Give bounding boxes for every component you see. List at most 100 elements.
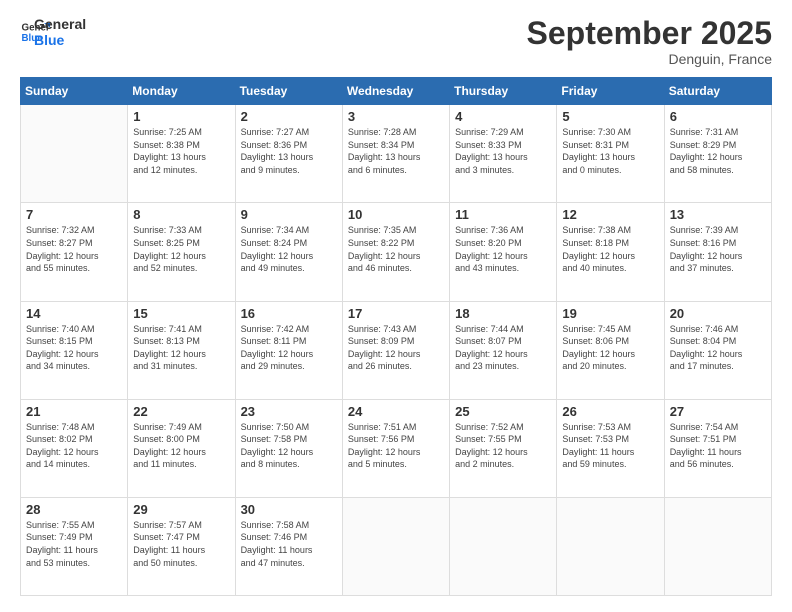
calendar-cell: 21 Sunrise: 7:48 AM Sunset: 8:02 PM Dayli… <box>21 399 128 497</box>
day-number: 18 <box>455 306 551 321</box>
day-info: Sunrise: 7:51 AM Sunset: 7:56 PM Dayligh… <box>348 421 444 471</box>
day-number: 11 <box>455 207 551 222</box>
day-number: 13 <box>670 207 766 222</box>
day-info: Sunrise: 7:35 AM Sunset: 8:22 PM Dayligh… <box>348 224 444 274</box>
day-header-sunday: Sunday <box>21 78 128 105</box>
day-number: 1 <box>133 109 229 124</box>
calendar-cell: 4 Sunrise: 7:29 AM Sunset: 8:33 PM Daylig… <box>450 105 557 203</box>
calendar-cell: 9 Sunrise: 7:34 AM Sunset: 8:24 PM Daylig… <box>235 203 342 301</box>
calendar-cell: 7 Sunrise: 7:32 AM Sunset: 8:27 PM Daylig… <box>21 203 128 301</box>
header: General Blue General Blue September 2025… <box>20 16 772 67</box>
calendar-table: SundayMondayTuesdayWednesdayThursdayFrid… <box>20 77 772 596</box>
day-info: Sunrise: 7:25 AM Sunset: 8:38 PM Dayligh… <box>133 126 229 176</box>
calendar-cell: 24 Sunrise: 7:51 AM Sunset: 7:56 PM Dayli… <box>342 399 449 497</box>
day-info: Sunrise: 7:44 AM Sunset: 8:07 PM Dayligh… <box>455 323 551 373</box>
calendar-cell: 29 Sunrise: 7:57 AM Sunset: 7:47 PM Dayli… <box>128 497 235 595</box>
calendar-cell: 26 Sunrise: 7:53 AM Sunset: 7:53 PM Dayli… <box>557 399 664 497</box>
day-number: 22 <box>133 404 229 419</box>
calendar-cell <box>450 497 557 595</box>
day-info: Sunrise: 7:28 AM Sunset: 8:34 PM Dayligh… <box>348 126 444 176</box>
day-number: 25 <box>455 404 551 419</box>
day-number: 26 <box>562 404 658 419</box>
calendar-cell: 11Sunrise: 7:36 AM Sunset: 8:20 PM Dayli… <box>450 203 557 301</box>
logo-line1: General <box>34 16 86 32</box>
calendar-cell: 2 Sunrise: 7:27 AM Sunset: 8:36 PM Daylig… <box>235 105 342 203</box>
calendar-cell: 23 Sunrise: 7:50 AM Sunset: 7:58 PM Dayli… <box>235 399 342 497</box>
logo: General Blue General Blue <box>20 16 86 48</box>
day-header-wednesday: Wednesday <box>342 78 449 105</box>
day-number: 23 <box>241 404 337 419</box>
day-number: 10 <box>348 207 444 222</box>
day-info: Sunrise: 7:57 AM Sunset: 7:47 PM Dayligh… <box>133 519 229 569</box>
day-info: Sunrise: 7:50 AM Sunset: 7:58 PM Dayligh… <box>241 421 337 471</box>
title-block: September 2025 Denguin, France <box>527 16 772 67</box>
day-info: Sunrise: 7:52 AM Sunset: 7:55 PM Dayligh… <box>455 421 551 471</box>
day-info: Sunrise: 7:55 AM Sunset: 7:49 PM Dayligh… <box>26 519 122 569</box>
calendar-cell: 20 Sunrise: 7:46 AM Sunset: 8:04 PM Dayli… <box>664 301 771 399</box>
calendar-week-1: 1 Sunrise: 7:25 AM Sunset: 8:38 PM Daylig… <box>21 105 772 203</box>
day-info: Sunrise: 7:45 AM Sunset: 8:06 PM Dayligh… <box>562 323 658 373</box>
day-number: 17 <box>348 306 444 321</box>
calendar-cell: 28 Sunrise: 7:55 AM Sunset: 7:49 PM Dayli… <box>21 497 128 595</box>
day-number: 24 <box>348 404 444 419</box>
day-info: Sunrise: 7:58 AM Sunset: 7:46 PM Dayligh… <box>241 519 337 569</box>
calendar-week-5: 28 Sunrise: 7:55 AM Sunset: 7:49 PM Dayli… <box>21 497 772 595</box>
day-info: Sunrise: 7:33 AM Sunset: 8:25 PM Dayligh… <box>133 224 229 274</box>
day-number: 30 <box>241 502 337 517</box>
day-info: Sunrise: 7:43 AM Sunset: 8:09 PM Dayligh… <box>348 323 444 373</box>
day-number: 7 <box>26 207 122 222</box>
calendar-cell: 1 Sunrise: 7:25 AM Sunset: 8:38 PM Daylig… <box>128 105 235 203</box>
calendar-cell <box>21 105 128 203</box>
day-number: 16 <box>241 306 337 321</box>
day-info: Sunrise: 7:38 AM Sunset: 8:18 PM Dayligh… <box>562 224 658 274</box>
calendar-cell: 6Sunrise: 7:31 AM Sunset: 8:29 PM Daylig… <box>664 105 771 203</box>
day-number: 9 <box>241 207 337 222</box>
day-info: Sunrise: 7:34 AM Sunset: 8:24 PM Dayligh… <box>241 224 337 274</box>
calendar-cell: 25 Sunrise: 7:52 AM Sunset: 7:55 PM Dayli… <box>450 399 557 497</box>
calendar-cell: 19 Sunrise: 7:45 AM Sunset: 8:06 PM Dayli… <box>557 301 664 399</box>
calendar-cell <box>664 497 771 595</box>
day-number: 4 <box>455 109 551 124</box>
day-info: Sunrise: 7:30 AM Sunset: 8:31 PM Dayligh… <box>562 126 658 176</box>
calendar-week-3: 14Sunrise: 7:40 AM Sunset: 8:15 PM Dayli… <box>21 301 772 399</box>
calendar-header-row: SundayMondayTuesdayWednesdayThursdayFrid… <box>21 78 772 105</box>
day-header-monday: Monday <box>128 78 235 105</box>
page: General Blue General Blue September 2025… <box>0 0 792 612</box>
day-number: 3 <box>348 109 444 124</box>
month-title: September 2025 <box>527 16 772 51</box>
day-number: 29 <box>133 502 229 517</box>
day-info: Sunrise: 7:49 AM Sunset: 8:00 PM Dayligh… <box>133 421 229 471</box>
day-number: 19 <box>562 306 658 321</box>
day-header-saturday: Saturday <box>664 78 771 105</box>
day-number: 12 <box>562 207 658 222</box>
calendar-cell: 5 Sunrise: 7:30 AM Sunset: 8:31 PM Daylig… <box>557 105 664 203</box>
calendar-cell: 17 Sunrise: 7:43 AM Sunset: 8:09 PM Dayli… <box>342 301 449 399</box>
day-number: 2 <box>241 109 337 124</box>
day-info: Sunrise: 7:29 AM Sunset: 8:33 PM Dayligh… <box>455 126 551 176</box>
location: Denguin, France <box>527 51 772 67</box>
day-number: 28 <box>26 502 122 517</box>
calendar-cell: 30 Sunrise: 7:58 AM Sunset: 7:46 PM Dayli… <box>235 497 342 595</box>
logo-line2: Blue <box>34 32 86 48</box>
day-info: Sunrise: 7:48 AM Sunset: 8:02 PM Dayligh… <box>26 421 122 471</box>
day-info: Sunrise: 7:42 AM Sunset: 8:11 PM Dayligh… <box>241 323 337 373</box>
calendar-cell: 12 Sunrise: 7:38 AM Sunset: 8:18 PM Dayli… <box>557 203 664 301</box>
day-number: 20 <box>670 306 766 321</box>
calendar-cell: 16 Sunrise: 7:42 AM Sunset: 8:11 PM Dayli… <box>235 301 342 399</box>
day-info: Sunrise: 7:27 AM Sunset: 8:36 PM Dayligh… <box>241 126 337 176</box>
day-info: Sunrise: 7:46 AM Sunset: 8:04 PM Dayligh… <box>670 323 766 373</box>
calendar-cell <box>557 497 664 595</box>
day-number: 21 <box>26 404 122 419</box>
calendar-cell: 14Sunrise: 7:40 AM Sunset: 8:15 PM Dayli… <box>21 301 128 399</box>
day-header-friday: Friday <box>557 78 664 105</box>
calendar-cell: 22 Sunrise: 7:49 AM Sunset: 8:00 PM Dayli… <box>128 399 235 497</box>
calendar-cell: 10 Sunrise: 7:35 AM Sunset: 8:22 PM Dayli… <box>342 203 449 301</box>
day-number: 15 <box>133 306 229 321</box>
day-number: 27 <box>670 404 766 419</box>
day-info: Sunrise: 7:32 AM Sunset: 8:27 PM Dayligh… <box>26 224 122 274</box>
day-header-tuesday: Tuesday <box>235 78 342 105</box>
day-info: Sunrise: 7:39 AM Sunset: 8:16 PM Dayligh… <box>670 224 766 274</box>
day-header-thursday: Thursday <box>450 78 557 105</box>
day-info: Sunrise: 7:53 AM Sunset: 7:53 PM Dayligh… <box>562 421 658 471</box>
day-number: 5 <box>562 109 658 124</box>
